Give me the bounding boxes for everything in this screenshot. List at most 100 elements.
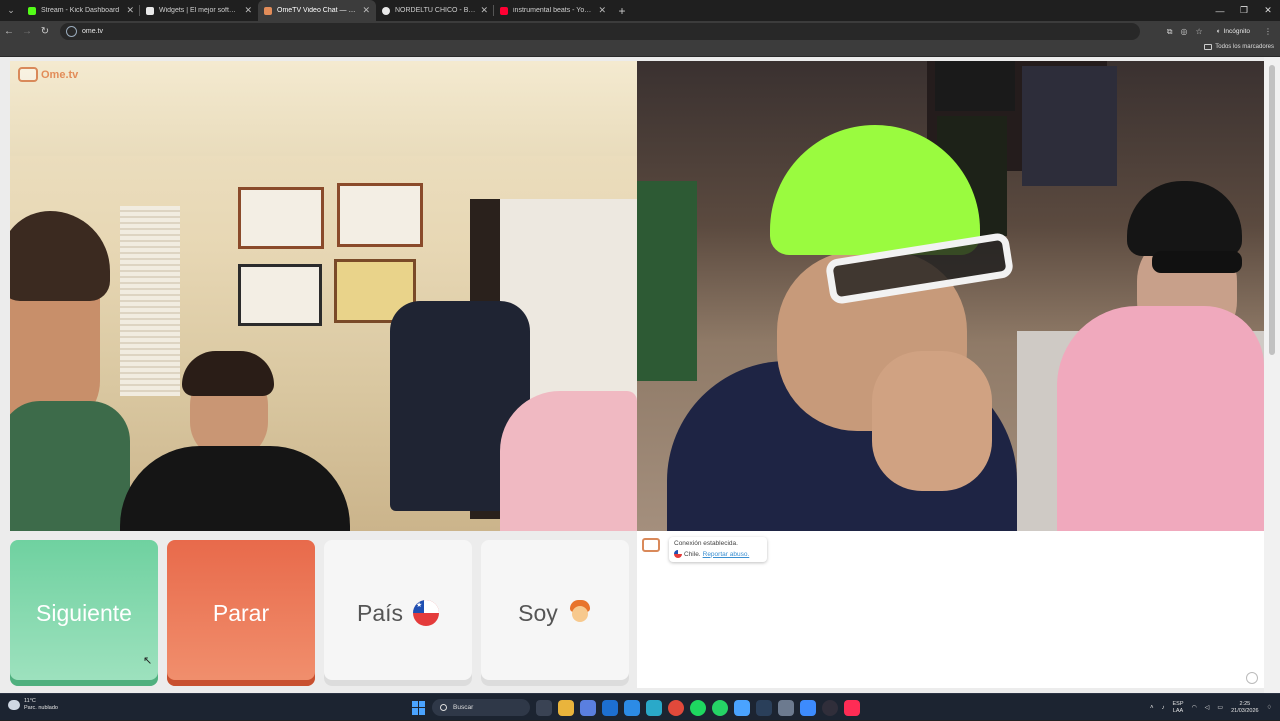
stop-button[interactable]: Parar bbox=[167, 540, 315, 686]
bookmarks-bar: Todos los marcadores bbox=[0, 42, 1280, 57]
tab-youtube[interactable]: instrumental beats - YouTube ✕ bbox=[494, 0, 612, 21]
tray-chevron-icon[interactable]: ˄ bbox=[1150, 705, 1154, 711]
wall-diploma bbox=[337, 183, 423, 247]
edge-icon[interactable] bbox=[646, 699, 662, 716]
tab-google-search[interactable]: NORDELTU CHICO - Buscar con ✕ bbox=[376, 0, 494, 21]
widgets-favicon-icon bbox=[146, 6, 154, 15]
wifi-icon[interactable]: ◠ bbox=[1192, 704, 1197, 711]
search-label: Buscar bbox=[453, 704, 474, 711]
report-abuse-link[interactable]: Reportar abuso. bbox=[703, 551, 750, 558]
outlook-icon[interactable] bbox=[602, 699, 618, 716]
wall-diploma bbox=[238, 264, 322, 326]
tab-title: OmeTV Video Chat — Ome bbox=[277, 7, 359, 14]
task-view-icon[interactable] bbox=[536, 699, 552, 716]
incognito-indicator[interactable]: ◐ Incógnito bbox=[1211, 28, 1256, 35]
translate-icon[interactable]: ⧉ bbox=[1167, 27, 1173, 37]
volume-icon[interactable]: ◁ bbox=[1205, 704, 1210, 711]
store-icon[interactable] bbox=[624, 699, 640, 716]
tab-search-chevron-icon[interactable]: ⌄ bbox=[0, 0, 22, 21]
toolbar-actions: ⧉ ◎ ☆ ◐ Incógnito ⋮ bbox=[1167, 21, 1272, 42]
lang-bottom: LAA bbox=[1172, 707, 1184, 714]
reload-icon[interactable]: ↻ bbox=[36, 26, 54, 37]
maximize-icon[interactable]: ❐ bbox=[1232, 0, 1256, 21]
file-explorer-icon[interactable] bbox=[558, 699, 574, 716]
chrome-icon[interactable] bbox=[668, 699, 684, 716]
browser-tab-strip: ⌄ Stream - Kick Dashboard ✕ Widgets | El… bbox=[0, 0, 1280, 21]
country-select-button[interactable]: País ★ bbox=[324, 540, 472, 686]
black-sunglasses bbox=[1152, 251, 1242, 273]
input-language[interactable]: ESP LAA bbox=[1173, 701, 1184, 715]
ometv-page: Ome.tv Siguiente Parar País ★ Soy Conexi… bbox=[0, 57, 1280, 693]
clock[interactable]: 2:25 21/03/2026 bbox=[1231, 701, 1259, 715]
windows-start-icon[interactable] bbox=[412, 700, 426, 715]
ometv-logo-text: Ome.tv bbox=[41, 68, 79, 81]
incognito-icon: ◐ bbox=[1216, 28, 1221, 35]
windows-taskbar: 11°C Parc. nublado Buscar ˄ ♪ ESP LAA ◠ bbox=[0, 693, 1280, 720]
notepad-icon[interactable] bbox=[734, 699, 750, 716]
person-right-cap bbox=[1127, 181, 1242, 256]
next-button[interactable]: Siguiente bbox=[10, 540, 158, 686]
ometv-favicon-icon bbox=[264, 6, 272, 15]
weather-desc: Parc. nublado bbox=[24, 704, 58, 711]
taskbar-search[interactable]: Buscar bbox=[432, 699, 530, 716]
weather-text: 11°C Parc. nublado bbox=[24, 698, 58, 712]
new-tab-plus-icon[interactable]: + bbox=[612, 0, 632, 21]
address-bar[interactable]: ome.tv bbox=[60, 23, 1140, 40]
partner-country-text: Chile. bbox=[684, 550, 701, 558]
battery-icon[interactable]: ▭ bbox=[1217, 704, 1223, 711]
youtube-favicon-icon bbox=[500, 6, 508, 15]
chat-panel: Conexión establecida. Chile. Reportar ab… bbox=[637, 531, 1264, 688]
clock-date: 21/03/2026 bbox=[1231, 707, 1259, 714]
close-icon[interactable]: ✕ bbox=[244, 5, 252, 16]
scrollbar-thumb[interactable] bbox=[1269, 65, 1275, 355]
spotify-icon[interactable] bbox=[690, 699, 706, 716]
country-button-label: País bbox=[356, 599, 404, 626]
chile-flag-icon: ★ bbox=[413, 600, 440, 626]
next-button-label: Siguiente bbox=[36, 599, 132, 626]
tab-kick-dashboard[interactable]: Stream - Kick Dashboard ✕ bbox=[22, 0, 140, 21]
site-info-icon[interactable] bbox=[66, 26, 77, 37]
pink-jersey bbox=[1057, 306, 1264, 531]
whatsapp-icon[interactable] bbox=[712, 699, 728, 716]
copilot-icon[interactable] bbox=[580, 699, 596, 716]
tiktok-icon[interactable] bbox=[844, 699, 860, 716]
all-bookmarks-button[interactable]: Todos los marcadores bbox=[1204, 44, 1274, 50]
lang-top: ESP bbox=[1172, 700, 1184, 707]
mail-icon[interactable] bbox=[778, 699, 794, 716]
bookmark-star-icon[interactable]: ☆ bbox=[1196, 27, 1203, 36]
system-message: Conexión establecida. Chile. Reportar ab… bbox=[669, 537, 767, 562]
person-left-shirt bbox=[10, 401, 130, 531]
weather-widget[interactable]: 11°C Parc. nublado bbox=[8, 698, 58, 712]
steam-icon[interactable] bbox=[756, 699, 772, 716]
forward-arrow-icon[interactable]: → bbox=[18, 26, 36, 37]
notifications-bell-icon[interactable]: ♢ bbox=[1267, 704, 1272, 711]
tab-title: Widgets | El mejor software pa bbox=[159, 7, 241, 14]
close-icon[interactable]: ✕ bbox=[598, 5, 606, 16]
gender-button-label: Soy bbox=[518, 599, 558, 626]
tab-widgets[interactable]: Widgets | El mejor software pa ✕ bbox=[140, 0, 258, 21]
tab-ometv[interactable]: OmeTV Video Chat — Ome ✕ bbox=[258, 0, 376, 21]
obs-icon[interactable] bbox=[822, 699, 838, 716]
browser-toolbar: ← → ↻ ome.tv ⧉ ◎ ☆ ◐ Incógnito ⋮ bbox=[0, 21, 1280, 42]
country-info: Chile. Reportar abuso. bbox=[674, 550, 762, 558]
microphone-icon[interactable]: ♪ bbox=[1162, 705, 1165, 711]
wall-diploma bbox=[238, 187, 324, 249]
page-scrollbar[interactable] bbox=[1264, 57, 1280, 693]
hanging-bag bbox=[637, 181, 697, 381]
close-icon[interactable]: ✕ bbox=[362, 5, 370, 16]
close-icon[interactable]: ✕ bbox=[126, 5, 134, 16]
back-arrow-icon[interactable]: ← bbox=[0, 26, 18, 37]
close-icon[interactable]: ✕ bbox=[480, 5, 488, 16]
messenger-icon[interactable] bbox=[800, 699, 816, 716]
all-bookmarks-label: Todos los marcadores bbox=[1215, 44, 1274, 50]
concert-poster bbox=[1022, 66, 1117, 186]
close-window-icon[interactable]: ✕ bbox=[1256, 0, 1280, 21]
emoji-icon[interactable] bbox=[1246, 672, 1258, 684]
tab-title: NORDELTU CHICO - Buscar con bbox=[395, 7, 476, 14]
more-menu-icon[interactable]: ⋮ bbox=[1264, 27, 1272, 36]
minimize-icon[interactable]: — bbox=[1208, 0, 1232, 21]
mouse-pointer-icon: ↖ bbox=[143, 655, 153, 667]
gender-select-button[interactable]: Soy bbox=[481, 540, 629, 686]
eye-off-icon[interactable]: ◎ bbox=[1181, 27, 1188, 36]
folder-icon bbox=[1204, 44, 1213, 50]
